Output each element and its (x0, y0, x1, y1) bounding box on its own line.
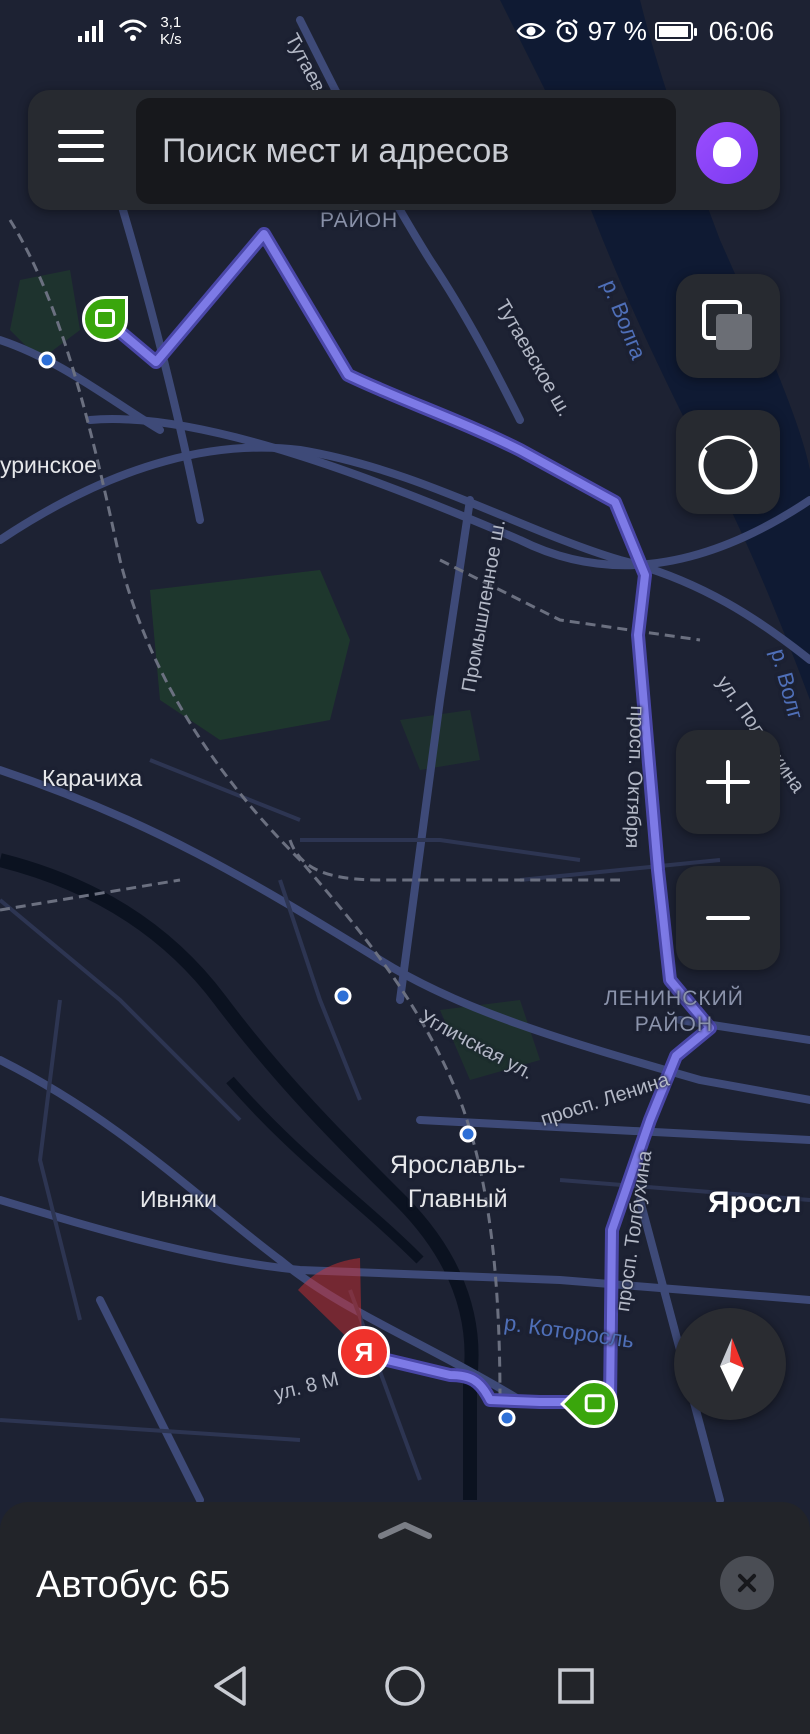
chevron-up-icon[interactable] (377, 1520, 433, 1540)
district-label-top: РАЙОН (320, 209, 399, 232)
home-icon[interactable] (377, 1658, 433, 1714)
layers-button[interactable] (676, 274, 780, 378)
district-label-leninsky: ЛЕНИНСКИЙ РАЙОН (604, 987, 744, 1036)
menu-button[interactable] (58, 130, 104, 170)
network-speed-unit: K/s (160, 31, 182, 48)
bus-icon (95, 309, 115, 327)
network-speed-value: 3,1 (160, 14, 182, 31)
compass-icon (720, 1338, 744, 1392)
station-label: Ярославль- Главный (390, 1151, 526, 1213)
city-label: Яросл (708, 1186, 802, 1219)
back-icon[interactable] (204, 1658, 260, 1714)
eye-icon (516, 23, 546, 39)
battery-percent: 97 % (587, 15, 647, 46)
alice-circle-button[interactable] (676, 410, 780, 514)
place-label-karachikha: Карачиха (42, 765, 143, 791)
route-title: Автобус 65 (36, 1564, 231, 1606)
signal-icon (78, 20, 103, 42)
search-input[interactable] (136, 98, 676, 204)
status-bar: 3,1 K/s 97 % 06:06 (0, 0, 810, 62)
search-bar (28, 90, 780, 210)
battery-icon (654, 21, 697, 41)
recents-icon[interactable] (548, 1658, 604, 1714)
alice-circle-icon (698, 435, 758, 495)
place-label-urinskoe: уринское (0, 452, 97, 478)
battery-level-fill (658, 25, 689, 37)
user-marker-letter: Я (354, 1336, 374, 1367)
compass-button[interactable] (674, 1308, 786, 1420)
hamburger-line (58, 158, 104, 162)
hamburger-icon (58, 130, 104, 134)
zoom-out-button[interactable] (676, 866, 780, 970)
user-location-marker[interactable]: Я (338, 1326, 390, 1378)
place-label-ivnyaki: Ивняки (140, 1186, 217, 1212)
wifi-icon (118, 19, 148, 41)
close-button[interactable] (720, 1556, 774, 1610)
layers-icon (702, 300, 752, 350)
zoom-in-button[interactable] (676, 730, 780, 834)
clock: 06:06 (708, 15, 774, 46)
hamburger-line (58, 144, 104, 148)
network-speed: 3,1 K/s (160, 14, 182, 48)
system-nav-bar (0, 1640, 810, 1734)
alice-button[interactable] (696, 122, 758, 184)
alarm-icon (555, 19, 578, 43)
bus-stop-marker-start[interactable] (82, 296, 128, 342)
bus-icon (584, 1394, 605, 1413)
